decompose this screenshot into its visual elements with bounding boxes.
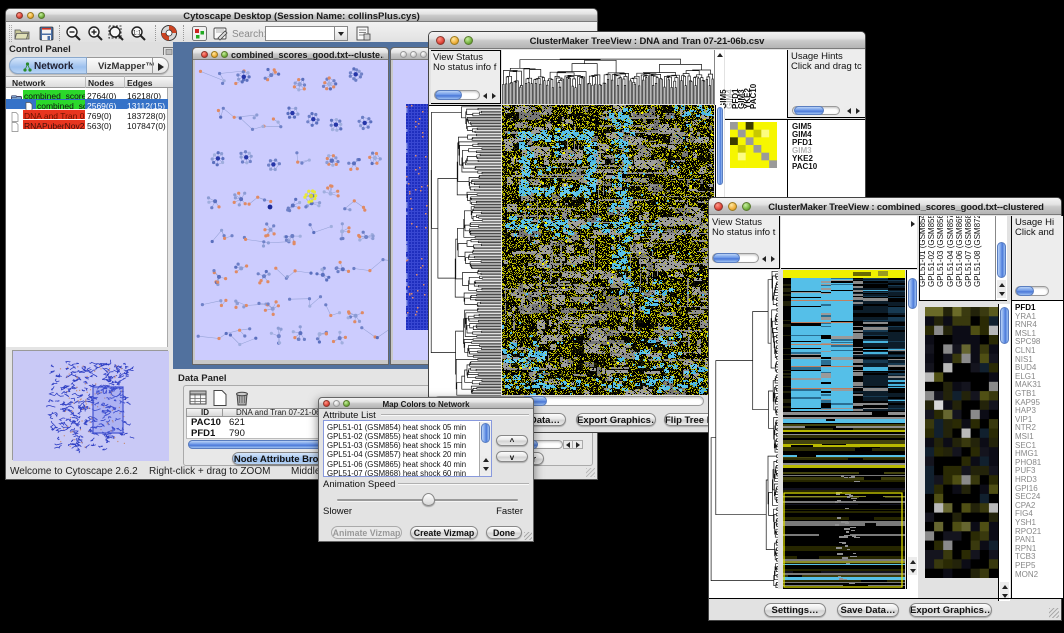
svg-text:1:1: 1:1: [133, 31, 142, 37]
